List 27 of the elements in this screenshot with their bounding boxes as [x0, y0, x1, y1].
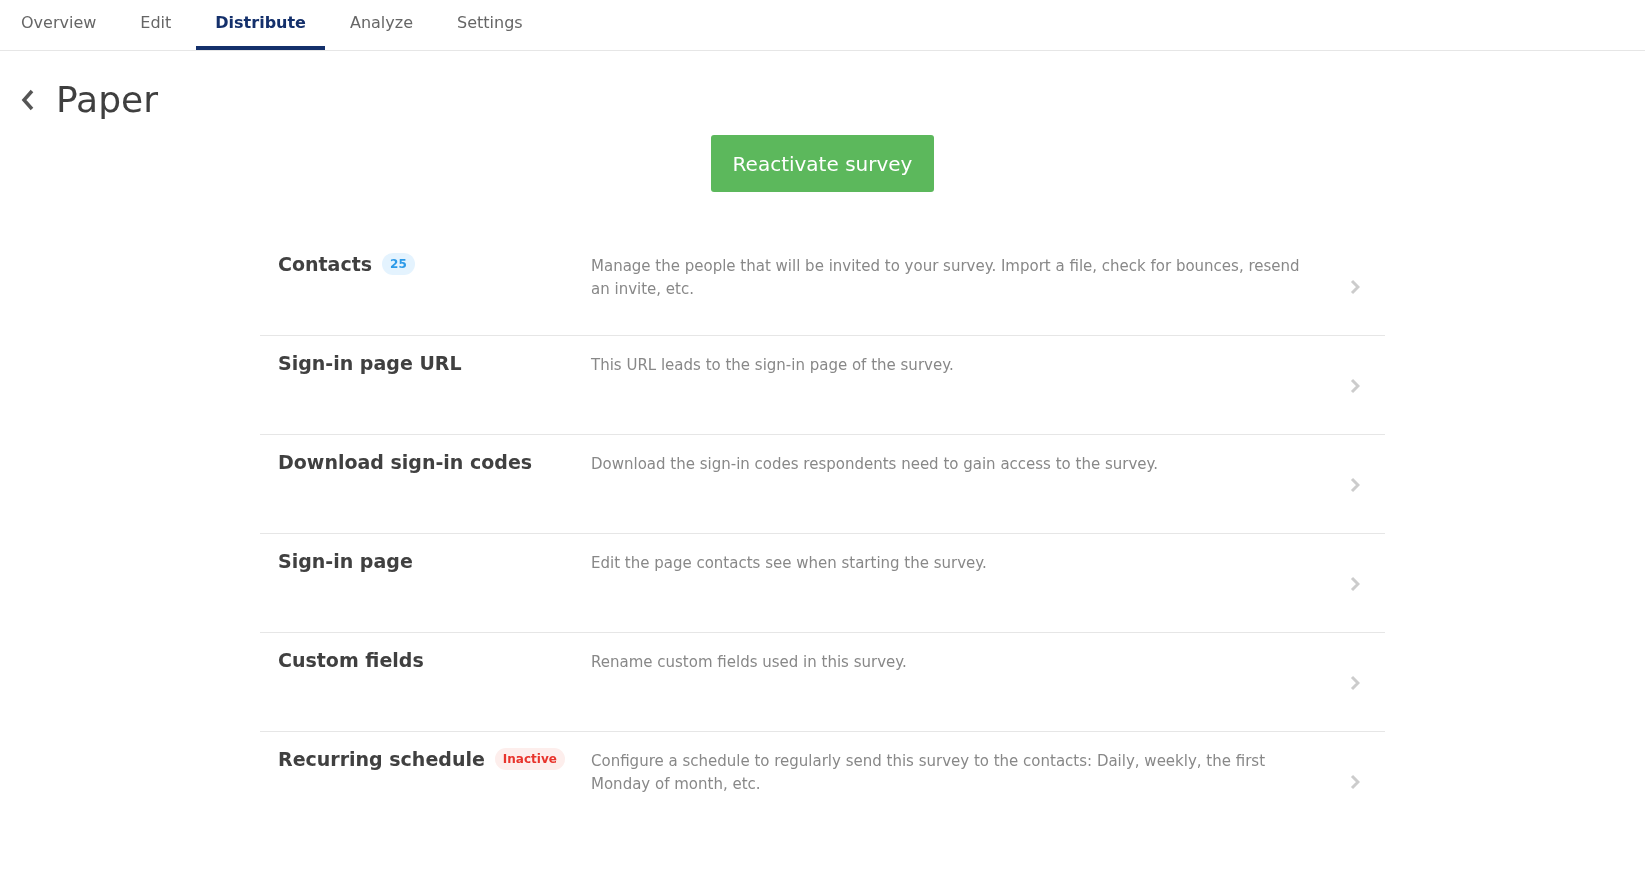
- option-description: Manage the people that will be invited to your survey. Import a file, check for bounces, resend an invite, etc.: [591, 256, 1301, 300]
- count-badge: 25: [382, 253, 415, 275]
- chevron-right-icon[interactable]: [1350, 477, 1360, 493]
- option-description: Download the sign-in codes respondents need to gain access to the survey.: [591, 454, 1159, 475]
- chevron-right-icon[interactable]: [1350, 675, 1360, 691]
- status-badge: Inactive: [494, 748, 565, 770]
- tab[interactable]: Overview: [2, 0, 116, 50]
- tab[interactable]: Edit: [121, 0, 191, 50]
- option-description: Configure a schedule to regularly send this survey to the contacts: Daily, weekly, the first Monday of month, etc.: [591, 751, 1267, 795]
- option-title[interactable]: Sign-in page: [278, 550, 413, 572]
- option-description: Rename custom fields used in this survey.: [591, 652, 908, 673]
- tab[interactable]: Settings: [438, 0, 542, 50]
- chevron-right-icon[interactable]: [1350, 774, 1360, 790]
- back-icon[interactable]: [20, 87, 36, 112]
- option-title[interactable]: Download sign-in codes: [278, 451, 533, 473]
- tab[interactable]: Analyze: [330, 0, 432, 50]
- tab[interactable]: Distribute: [196, 0, 325, 50]
- option-description: This URL leads to the sign-in page of the survey.: [591, 355, 955, 376]
- chevron-right-icon[interactable]: [1350, 576, 1360, 592]
- chevron-right-icon[interactable]: [1350, 279, 1360, 295]
- option-title[interactable]: Sign-in page URL: [278, 352, 462, 374]
- chevron-right-icon[interactable]: [1350, 378, 1360, 394]
- option-title[interactable]: Custom fields: [278, 649, 424, 671]
- option-title[interactable]: Recurring schedule: [278, 748, 485, 770]
- page-title: Paper: [56, 79, 158, 120]
- option-description: Edit the page contacts see when starting the survey.: [591, 553, 988, 574]
- option-title[interactable]: Contacts: [278, 253, 373, 275]
